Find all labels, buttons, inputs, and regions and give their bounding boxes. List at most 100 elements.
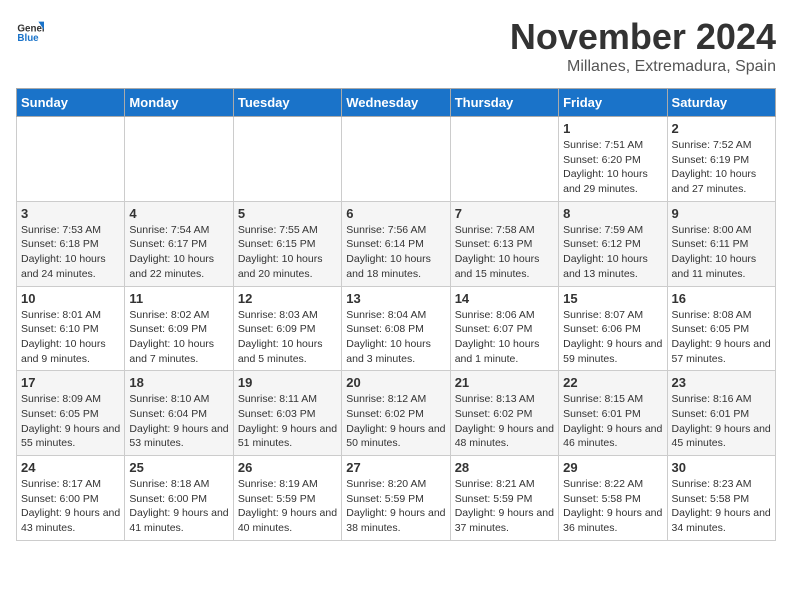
day-info: Sunrise: 8:11 AM Sunset: 6:03 PM Dayligh… [238, 392, 337, 451]
day-of-week-header: Tuesday [233, 89, 341, 117]
day-info: Sunrise: 8:01 AM Sunset: 6:10 PM Dayligh… [21, 308, 120, 367]
day-number: 18 [129, 375, 228, 390]
day-info: Sunrise: 8:07 AM Sunset: 6:06 PM Dayligh… [563, 308, 662, 367]
day-info: Sunrise: 8:12 AM Sunset: 6:02 PM Dayligh… [346, 392, 445, 451]
calendar-day-cell: 10 Sunrise: 8:01 AM Sunset: 6:10 PM Dayli… [17, 286, 125, 371]
calendar-day-cell: 19 Sunrise: 8:11 AM Sunset: 6:03 PM Dayli… [233, 371, 341, 456]
day-number: 16 [672, 291, 771, 306]
day-of-week-header: Monday [125, 89, 233, 117]
calendar-week-row: 10 Sunrise: 8:01 AM Sunset: 6:10 PM Dayli… [17, 286, 776, 371]
calendar-day-cell: 24 Sunrise: 8:17 AM Sunset: 6:00 PM Dayli… [17, 456, 125, 541]
day-of-week-header: Wednesday [342, 89, 450, 117]
day-number: 22 [563, 375, 662, 390]
calendar-day-cell: 29 Sunrise: 8:22 AM Sunset: 5:58 PM Dayli… [559, 456, 667, 541]
day-info: Sunrise: 8:06 AM Sunset: 6:07 PM Dayligh… [455, 308, 554, 367]
day-info: Sunrise: 8:04 AM Sunset: 6:08 PM Dayligh… [346, 308, 445, 367]
day-info: Sunrise: 7:56 AM Sunset: 6:14 PM Dayligh… [346, 223, 445, 282]
day-info: Sunrise: 8:20 AM Sunset: 5:59 PM Dayligh… [346, 477, 445, 536]
day-number: 12 [238, 291, 337, 306]
day-number: 15 [563, 291, 662, 306]
calendar-day-cell: 13 Sunrise: 8:04 AM Sunset: 6:08 PM Dayli… [342, 286, 450, 371]
day-info: Sunrise: 7:54 AM Sunset: 6:17 PM Dayligh… [129, 223, 228, 282]
day-number: 14 [455, 291, 554, 306]
day-info: Sunrise: 8:02 AM Sunset: 6:09 PM Dayligh… [129, 308, 228, 367]
day-number: 2 [672, 121, 771, 136]
day-number: 4 [129, 206, 228, 221]
day-info: Sunrise: 8:08 AM Sunset: 6:05 PM Dayligh… [672, 308, 771, 367]
day-number: 28 [455, 460, 554, 475]
day-number: 30 [672, 460, 771, 475]
day-number: 13 [346, 291, 445, 306]
calendar-day-cell: 8Sunrise: 7:59 AM Sunset: 6:12 PM Daylig… [559, 201, 667, 286]
day-info: Sunrise: 8:17 AM Sunset: 6:00 PM Dayligh… [21, 477, 120, 536]
calendar-day-cell [450, 117, 558, 202]
calendar-week-row: 17 Sunrise: 8:09 AM Sunset: 6:05 PM Dayli… [17, 371, 776, 456]
calendar-day-cell: 26 Sunrise: 8:19 AM Sunset: 5:59 PM Dayli… [233, 456, 341, 541]
svg-text:Blue: Blue [17, 33, 39, 44]
calendar-day-cell: 27 Sunrise: 8:20 AM Sunset: 5:59 PM Dayli… [342, 456, 450, 541]
day-number: 1 [563, 121, 662, 136]
day-number: 20 [346, 375, 445, 390]
calendar-body: 1 Sunrise: 7:51 AM Sunset: 6:20 PM Daylig… [17, 117, 776, 541]
calendar-day-cell: 5Sunrise: 7:55 AM Sunset: 6:15 PM Daylig… [233, 201, 341, 286]
calendar-day-cell: 18Sunrise: 8:10 AM Sunset: 6:04 PM Dayli… [125, 371, 233, 456]
calendar-day-cell: 9 Sunrise: 8:00 AM Sunset: 6:11 PM Daylig… [667, 201, 775, 286]
day-number: 21 [455, 375, 554, 390]
calendar-day-cell: 14 Sunrise: 8:06 AM Sunset: 6:07 PM Dayli… [450, 286, 558, 371]
day-info: Sunrise: 8:09 AM Sunset: 6:05 PM Dayligh… [21, 392, 120, 451]
day-info: Sunrise: 8:03 AM Sunset: 6:09 PM Dayligh… [238, 308, 337, 367]
logo: General Blue [16, 16, 44, 44]
calendar-header-row: SundayMondayTuesdayWednesdayThursdayFrid… [17, 89, 776, 117]
day-number: 27 [346, 460, 445, 475]
day-number: 25 [129, 460, 228, 475]
day-info: Sunrise: 8:15 AM Sunset: 6:01 PM Dayligh… [563, 392, 662, 451]
calendar-day-cell: 1 Sunrise: 7:51 AM Sunset: 6:20 PM Daylig… [559, 117, 667, 202]
calendar-week-row: 24 Sunrise: 8:17 AM Sunset: 6:00 PM Dayli… [17, 456, 776, 541]
day-info: Sunrise: 7:58 AM Sunset: 6:13 PM Dayligh… [455, 223, 554, 282]
day-number: 11 [129, 291, 228, 306]
day-info: Sunrise: 8:13 AM Sunset: 6:02 PM Dayligh… [455, 392, 554, 451]
day-info: Sunrise: 7:53 AM Sunset: 6:18 PM Dayligh… [21, 223, 120, 282]
day-number: 19 [238, 375, 337, 390]
calendar-day-cell [342, 117, 450, 202]
calendar-day-cell: 11 Sunrise: 8:02 AM Sunset: 6:09 PM Dayli… [125, 286, 233, 371]
day-info: Sunrise: 8:23 AM Sunset: 5:58 PM Dayligh… [672, 477, 771, 536]
day-info: Sunrise: 8:19 AM Sunset: 5:59 PM Dayligh… [238, 477, 337, 536]
title-area: November 2024 Millanes, Extremadura, Spa… [510, 16, 776, 76]
day-number: 6 [346, 206, 445, 221]
day-info: Sunrise: 7:59 AM Sunset: 6:12 PM Dayligh… [563, 223, 662, 282]
day-number: 10 [21, 291, 120, 306]
calendar-day-cell: 30 Sunrise: 8:23 AM Sunset: 5:58 PM Dayli… [667, 456, 775, 541]
day-number: 24 [21, 460, 120, 475]
day-info: Sunrise: 8:16 AM Sunset: 6:01 PM Dayligh… [672, 392, 771, 451]
calendar-day-cell: 23Sunrise: 8:16 AM Sunset: 6:01 PM Dayli… [667, 371, 775, 456]
day-of-week-header: Friday [559, 89, 667, 117]
day-number: 29 [563, 460, 662, 475]
calendar-day-cell: 15 Sunrise: 8:07 AM Sunset: 6:06 PM Dayli… [559, 286, 667, 371]
calendar-table: SundayMondayTuesdayWednesdayThursdayFrid… [16, 88, 776, 541]
calendar-day-cell: 7 Sunrise: 7:58 AM Sunset: 6:13 PM Daylig… [450, 201, 558, 286]
day-info: Sunrise: 8:00 AM Sunset: 6:11 PM Dayligh… [672, 223, 771, 282]
day-of-week-header: Saturday [667, 89, 775, 117]
month-title: November 2024 [510, 16, 776, 58]
calendar-day-cell: 28Sunrise: 8:21 AM Sunset: 5:59 PM Dayli… [450, 456, 558, 541]
calendar-day-cell: 17 Sunrise: 8:09 AM Sunset: 6:05 PM Dayli… [17, 371, 125, 456]
day-info: Sunrise: 7:55 AM Sunset: 6:15 PM Dayligh… [238, 223, 337, 282]
location-title: Millanes, Extremadura, Spain [510, 58, 776, 76]
calendar-week-row: 1 Sunrise: 7:51 AM Sunset: 6:20 PM Daylig… [17, 117, 776, 202]
day-of-week-header: Sunday [17, 89, 125, 117]
day-info: Sunrise: 8:22 AM Sunset: 5:58 PM Dayligh… [563, 477, 662, 536]
day-number: 17 [21, 375, 120, 390]
day-number: 7 [455, 206, 554, 221]
day-number: 26 [238, 460, 337, 475]
header: General Blue November 2024 Millanes, Ext… [16, 16, 776, 76]
calendar-day-cell: 25 Sunrise: 8:18 AM Sunset: 6:00 PM Dayli… [125, 456, 233, 541]
calendar-day-cell: 6 Sunrise: 7:56 AM Sunset: 6:14 PM Daylig… [342, 201, 450, 286]
calendar-day-cell: 21 Sunrise: 8:13 AM Sunset: 6:02 PM Dayli… [450, 371, 558, 456]
day-info: Sunrise: 7:52 AM Sunset: 6:19 PM Dayligh… [672, 138, 771, 197]
day-number: 9 [672, 206, 771, 221]
day-info: Sunrise: 8:18 AM Sunset: 6:00 PM Dayligh… [129, 477, 228, 536]
calendar-day-cell [17, 117, 125, 202]
day-info: Sunrise: 7:51 AM Sunset: 6:20 PM Dayligh… [563, 138, 662, 197]
calendar-day-cell: 12 Sunrise: 8:03 AM Sunset: 6:09 PM Dayli… [233, 286, 341, 371]
